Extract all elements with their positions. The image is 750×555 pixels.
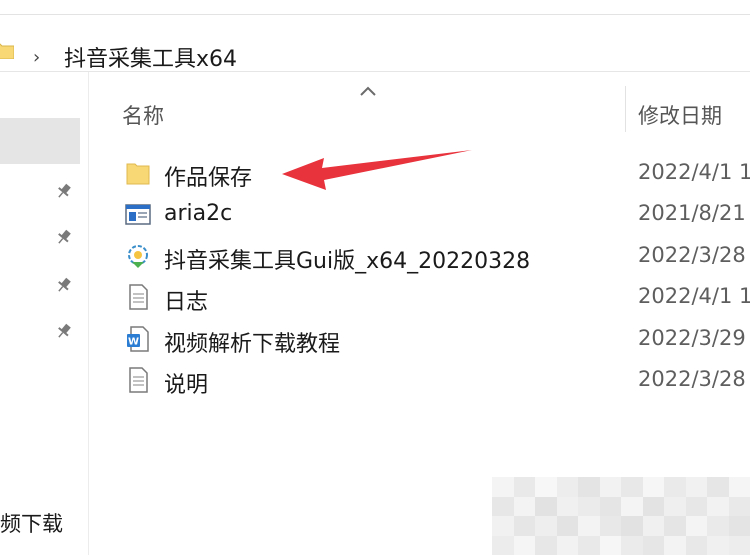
file-row-application[interactable]: aria2c 2021/8/21 (110, 194, 750, 234)
file-name: 说明 (164, 373, 209, 398)
file-name: 抖音采集工具Gui版_x64_20220328 (164, 249, 531, 274)
nav-selected-item[interactable] (0, 118, 80, 164)
pin-icon[interactable] (55, 228, 73, 246)
file-row-document[interactable]: W 视频解析下载教程 2022/3/29 (110, 319, 750, 359)
file-date: 2022/3/28 (638, 367, 746, 391)
file-name: 日志 (164, 290, 209, 315)
navigation-pane: 频下载 (0, 72, 89, 555)
address-bar[interactable]: › 抖音采集工具x64 (0, 15, 750, 72)
file-name: 作品保存 (164, 166, 253, 191)
file-row-text[interactable]: 说明 2022/3/28 (110, 360, 750, 400)
file-date: 2022/4/1 1 (638, 160, 750, 184)
window-top-strip (0, 0, 750, 15)
file-row-text[interactable]: 日志 2022/4/1 1 (110, 277, 750, 317)
sort-ascending-icon (360, 86, 376, 96)
file-date: 2022/3/29 (638, 326, 746, 350)
column-header-name[interactable]: 名称 (122, 100, 164, 130)
application-icon (125, 204, 151, 225)
text-file-icon (129, 367, 148, 393)
folder-icon (0, 43, 14, 59)
file-date: 2022/3/28 (638, 243, 746, 267)
folder-icon (126, 163, 150, 185)
red-arrow-icon (282, 150, 472, 190)
file-date: 2021/8/21 (638, 201, 746, 225)
program-icon (128, 245, 148, 268)
file-name: 视频解析下载教程 (164, 332, 341, 357)
column-header-date-modified[interactable]: 修改日期 (638, 100, 722, 130)
file-date: 2022/4/1 1 (638, 284, 750, 308)
pin-icon[interactable] (55, 182, 73, 200)
nav-item-video-download[interactable]: 频下载 (0, 508, 63, 538)
text-file-icon (129, 284, 148, 310)
column-divider[interactable] (625, 86, 626, 132)
file-name: aria2c (164, 201, 233, 226)
pin-icon[interactable] (55, 276, 73, 294)
pixelated-watermark (492, 477, 750, 555)
breadcrumb-current-folder[interactable]: 抖音采集工具x64 (64, 41, 237, 73)
file-row-program[interactable]: 抖音采集工具Gui版_x64_20220328 2022/3/28 (110, 236, 750, 276)
svg-text:W: W (128, 337, 139, 348)
chevron-right-icon[interactable]: › (33, 47, 40, 68)
pin-icon[interactable] (55, 322, 73, 340)
word-document-icon: W (127, 326, 149, 352)
